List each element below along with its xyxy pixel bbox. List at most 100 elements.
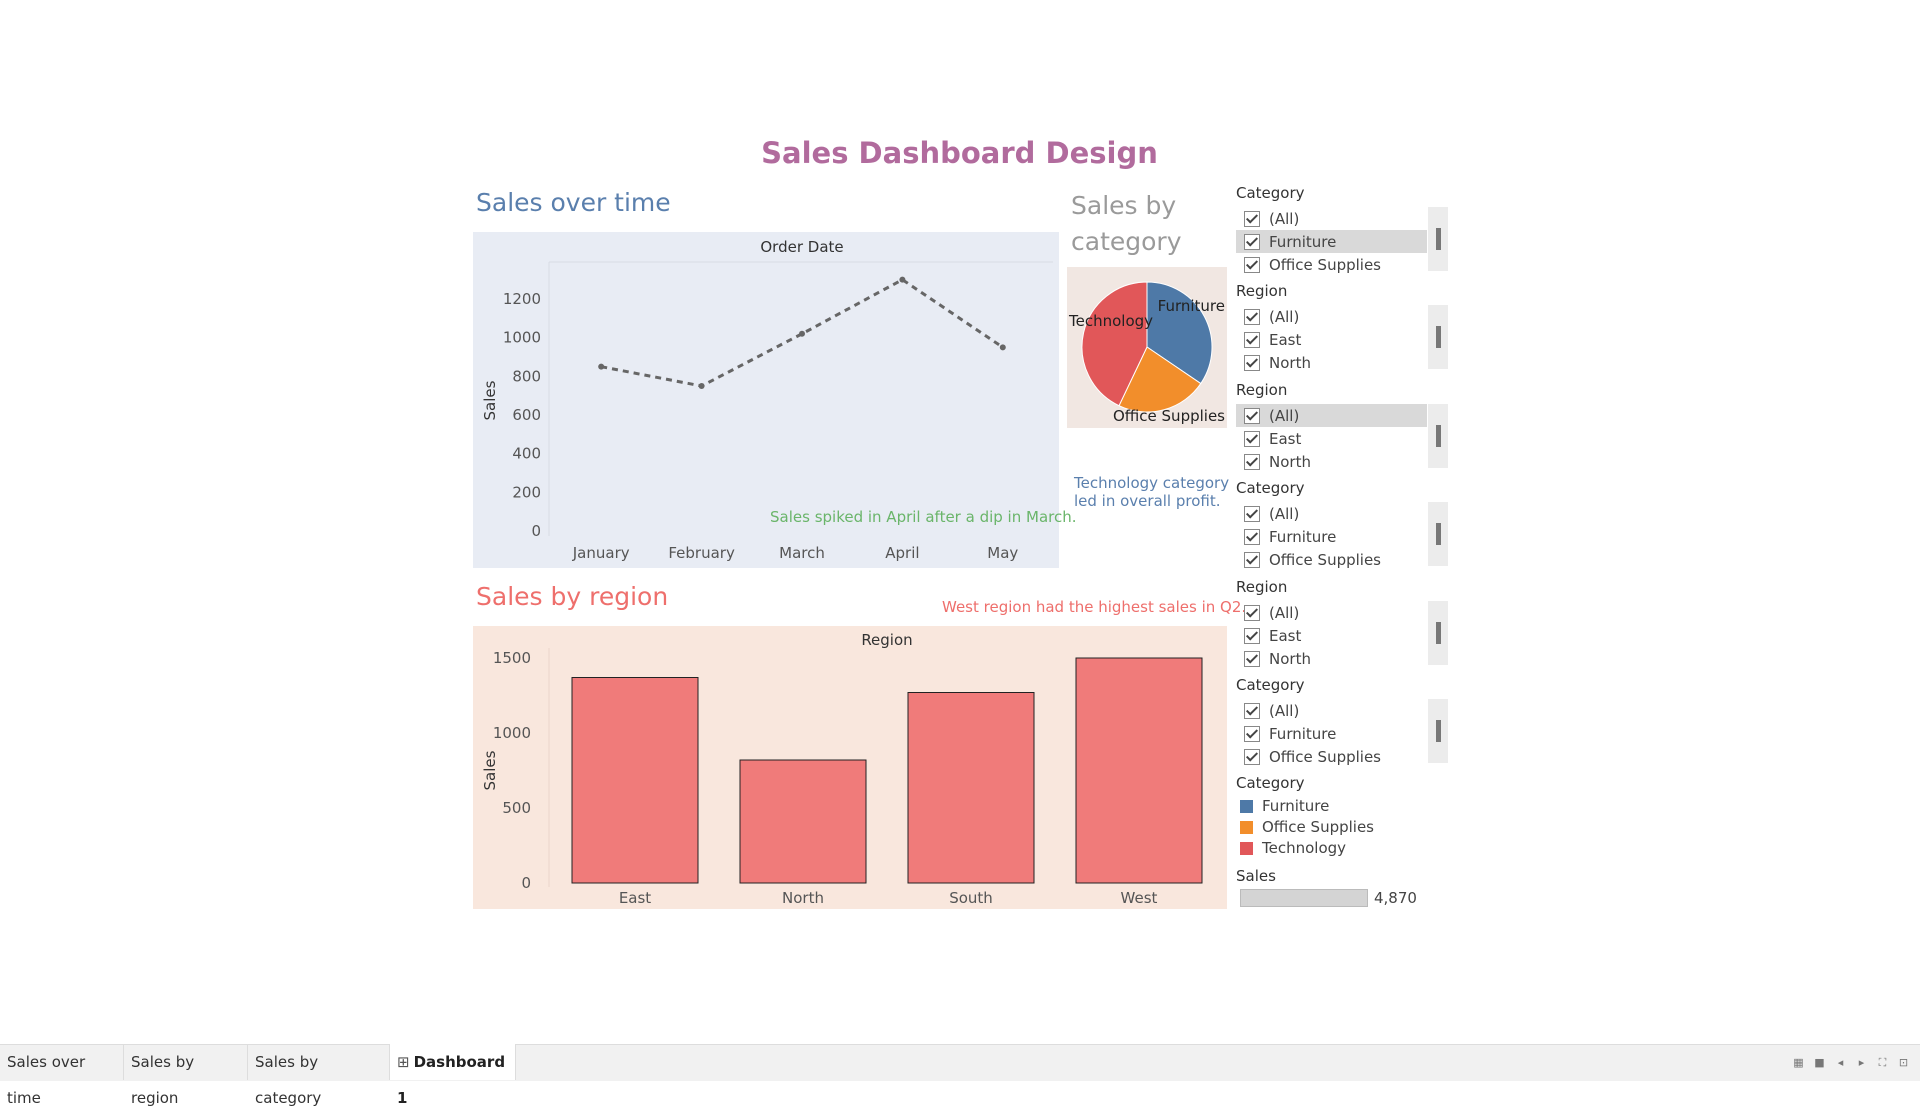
- filter-scrollbar-thumb[interactable]: [1436, 622, 1441, 644]
- y-tick-label: 400: [512, 445, 541, 463]
- filter-option-label: (All): [1269, 603, 1300, 622]
- grid-view-icon[interactable]: ▦: [1792, 1057, 1805, 1068]
- sales-by-region-title: Sales by region: [476, 582, 669, 611]
- legend-item[interactable]: Technology: [1240, 838, 1346, 858]
- line-point[interactable]: [598, 363, 605, 370]
- checkbox-checked-icon[interactable]: [1244, 650, 1260, 667]
- color-legend-header: Category: [1236, 774, 1305, 792]
- filter-header: Region: [1236, 578, 1288, 596]
- fullscreen-icon[interactable]: ⛶: [1876, 1057, 1889, 1068]
- filter-option[interactable]: Office Supplies: [1236, 253, 1427, 276]
- checkbox-checked-icon[interactable]: [1244, 627, 1260, 644]
- filter-scrollbar-thumb[interactable]: [1436, 523, 1441, 545]
- region-bar[interactable]: [739, 759, 867, 884]
- checkbox-checked-icon[interactable]: [1244, 210, 1260, 227]
- single-view-icon[interactable]: ■: [1813, 1057, 1826, 1068]
- filter-option-label: Furniture: [1269, 232, 1337, 251]
- previous-sheet-icon[interactable]: ◂: [1834, 1057, 1847, 1068]
- filter-option[interactable]: (All): [1236, 699, 1427, 722]
- y-tick-label: 1500: [493, 649, 531, 667]
- x-tick-label: May: [987, 544, 1018, 562]
- filter-scrollbar-thumb[interactable]: [1436, 425, 1441, 447]
- filter-option-label: (All): [1269, 701, 1300, 720]
- pie-slice-label: Office Supplies: [1113, 407, 1225, 425]
- checkbox-checked-icon[interactable]: [1244, 453, 1260, 470]
- sales-by-category-annotation: Technology category led in overall profi…: [1074, 474, 1230, 510]
- checkbox-checked-icon[interactable]: [1244, 551, 1260, 568]
- filter-option-label: (All): [1269, 307, 1300, 326]
- filter-scrollbar-thumb[interactable]: [1436, 720, 1441, 742]
- filter-option[interactable]: Office Supplies: [1236, 548, 1427, 571]
- sheet-tab[interactable]: Sales by region: [124, 1044, 248, 1107]
- checkbox-checked-icon[interactable]: [1244, 748, 1260, 765]
- x-tick-label: January: [572, 544, 630, 562]
- sheet-tab[interactable]: Sales by category: [248, 1044, 390, 1107]
- line-point[interactable]: [899, 276, 906, 283]
- x-tick-label: North: [782, 889, 824, 907]
- filter-option-label: Office Supplies: [1269, 747, 1382, 766]
- checkbox-checked-icon[interactable]: [1244, 256, 1260, 273]
- y-tick-label: 1000: [493, 724, 531, 742]
- checkbox-checked-icon[interactable]: [1244, 505, 1260, 522]
- filter-header: Category: [1236, 479, 1305, 497]
- sheet-tab[interactable]: Sales over time: [0, 1044, 124, 1107]
- x-tick-label: East: [619, 889, 651, 907]
- sheet-tab[interactable]: ⊞ Dashboard 1: [390, 1044, 516, 1107]
- y-tick-label: 200: [512, 483, 541, 501]
- x-tick-label: March: [779, 544, 825, 562]
- filter-header: Region: [1236, 282, 1288, 300]
- filter-header: Category: [1236, 676, 1305, 694]
- checkbox-checked-icon[interactable]: [1244, 354, 1260, 371]
- checkbox-checked-icon[interactable]: [1244, 725, 1260, 742]
- next-sheet-icon[interactable]: ▸: [1855, 1057, 1868, 1068]
- region-bar[interactable]: [907, 692, 1035, 884]
- checkbox-checked-icon[interactable]: [1244, 528, 1260, 545]
- region-bar[interactable]: [571, 677, 699, 884]
- filter-option[interactable]: (All): [1236, 305, 1427, 328]
- x-tick-label: February: [668, 544, 735, 562]
- filter-option[interactable]: East: [1236, 328, 1427, 351]
- sales-by-region-chart[interactable]: Region 0 500 1000 1500 Sales East North South Wes…: [473, 626, 1227, 909]
- y-tick-label: 500: [502, 799, 531, 817]
- filter-option-label: (All): [1269, 504, 1300, 523]
- filter-option[interactable]: Furniture: [1236, 525, 1427, 548]
- line-point[interactable]: [799, 330, 805, 337]
- filter-option[interactable]: Furniture: [1236, 230, 1427, 253]
- x-tick-label: West: [1121, 889, 1158, 907]
- legend-item[interactable]: Furniture: [1240, 796, 1329, 816]
- filter-option[interactable]: (All): [1236, 404, 1427, 427]
- pie-slice-label: Furniture: [1158, 297, 1225, 315]
- filter-option[interactable]: (All): [1236, 207, 1427, 230]
- checkbox-checked-icon[interactable]: [1244, 331, 1260, 348]
- presentation-icon[interactable]: ⊡: [1897, 1057, 1910, 1068]
- filter-option[interactable]: Office Supplies: [1236, 745, 1427, 768]
- filter-scrollbar-thumb[interactable]: [1436, 228, 1441, 250]
- line-chart-header: Order Date: [760, 238, 843, 256]
- checkbox-checked-icon[interactable]: [1244, 604, 1260, 621]
- filter-option[interactable]: East: [1236, 427, 1427, 450]
- checkbox-checked-icon[interactable]: [1244, 308, 1260, 325]
- filter-option[interactable]: North: [1236, 351, 1427, 374]
- filter-option[interactable]: North: [1236, 450, 1427, 473]
- sales-by-category-title: Sales by category: [1071, 191, 1182, 256]
- filter-scrollbar-thumb[interactable]: [1436, 326, 1441, 348]
- filter-option[interactable]: East: [1236, 624, 1427, 647]
- checkbox-checked-icon[interactable]: [1244, 407, 1260, 424]
- legend-swatch: [1240, 820, 1253, 834]
- filter-option[interactable]: (All): [1236, 601, 1427, 624]
- x-tick-label: April: [885, 544, 919, 562]
- filter-option[interactable]: (All): [1236, 502, 1427, 525]
- filter-option[interactable]: Furniture: [1236, 722, 1427, 745]
- checkbox-checked-icon[interactable]: [1244, 702, 1260, 719]
- legend-item[interactable]: Office Supplies: [1240, 817, 1374, 837]
- line-point[interactable]: [999, 344, 1006, 351]
- sales-by-category-chart[interactable]: Furniture Office Supplies Technology: [1067, 267, 1227, 428]
- bar-chart-header: Region: [861, 631, 912, 649]
- pie-chart-svg: Furniture Office Supplies Technology: [1068, 281, 1225, 425]
- region-bar[interactable]: [1075, 657, 1203, 884]
- checkbox-checked-icon[interactable]: [1244, 233, 1260, 250]
- sheet-tab-label: Sales by category: [255, 1053, 322, 1107]
- line-point[interactable]: [698, 383, 705, 389]
- checkbox-checked-icon[interactable]: [1244, 430, 1260, 447]
- filter-option[interactable]: North: [1236, 647, 1427, 670]
